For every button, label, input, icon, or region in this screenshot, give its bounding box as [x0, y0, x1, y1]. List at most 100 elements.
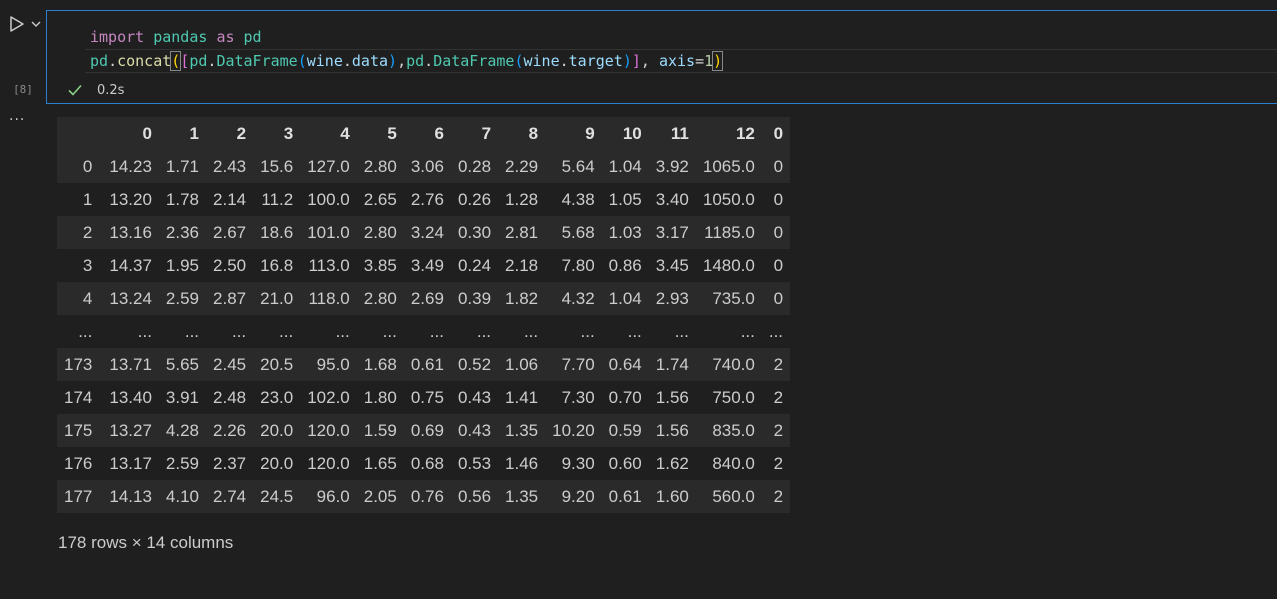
table-cell: 740.0 [695, 348, 762, 381]
table-cell: 2.59 [158, 282, 207, 315]
table-cell: 21.0 [253, 282, 301, 315]
table-cell: 2.74 [206, 480, 254, 513]
table-cell: 0 [761, 249, 791, 282]
table-cell: 20.0 [253, 447, 301, 480]
table-cell: 20.5 [253, 348, 301, 381]
table-cell: 2 [761, 414, 791, 447]
table-cell: 0.86 [601, 249, 649, 282]
table-cell: 840.0 [695, 447, 762, 480]
token-module: pandas [153, 28, 208, 46]
table-cell: ... [102, 315, 159, 348]
column-header: 1 [158, 117, 207, 150]
table-cell: 1.62 [648, 447, 696, 480]
token-class: DataFrame [433, 52, 515, 70]
cell-gutter: [8] [0, 8, 46, 108]
table-cell: 23.0 [253, 381, 301, 414]
table-cell: 1.60 [648, 480, 696, 513]
column-header: 5 [356, 117, 404, 150]
table-row: 176 13.17 2.59 2.37 20.0 120.0 1.65 0.68 0.53 1.4… [57, 447, 791, 480]
token-dot: . [424, 52, 434, 70]
code-editor[interactable]: import pandas as pd pd.concat([pd.DataFr… [47, 11, 1277, 76]
token-paren: ) [712, 51, 724, 71]
table-cell: 735.0 [695, 282, 762, 315]
table-row: 4 13.24 2.59 2.87 21.0 118.0 2.80 2.69 0.39 1.82 4… [57, 282, 791, 315]
table-cell: ... [403, 315, 451, 348]
table-cell: 13.17 [102, 447, 159, 480]
table-cell: 14.37 [102, 249, 159, 282]
table-cell: 3.24 [403, 216, 451, 249]
token-paren: ) [622, 52, 632, 70]
table-cell: 0.52 [450, 348, 499, 381]
row-index: 4 [57, 282, 103, 315]
token-var: wine [523, 52, 560, 70]
check-icon [68, 84, 82, 96]
table-cell: 1.35 [498, 414, 546, 447]
table-cell: 2.93 [648, 282, 696, 315]
code-cell[interactable]: import pandas as pd pd.concat([pd.DataFr… [46, 10, 1277, 104]
column-header: 6 [403, 117, 451, 150]
table-cell: 13.40 [102, 381, 159, 414]
table-cell: 20.0 [253, 414, 301, 447]
table-cell: 16.8 [253, 249, 301, 282]
table-cell: 2.65 [356, 183, 404, 216]
table-cell: 2.48 [206, 381, 254, 414]
table-cell: 1.06 [498, 348, 546, 381]
token-class: DataFrame [216, 52, 298, 70]
column-header: 0 [761, 117, 791, 150]
table-row: 2 13.16 2.36 2.67 18.6 101.0 2.80 3.24 0.30 2.81 5… [57, 216, 791, 249]
table-cell: ... [695, 315, 762, 348]
table-header-row: 0 1 2 3 4 5 6 7 8 9 10 11 12 0 [57, 117, 791, 150]
table-cell: 1.04 [601, 150, 649, 183]
table-cell: 1480.0 [695, 249, 762, 282]
table-row: 175 13.27 4.28 2.26 20.0 120.0 1.59 0.69 0.43 1.3… [57, 414, 791, 447]
chevron-down-icon[interactable] [29, 17, 43, 31]
table-row: 1 13.20 1.78 2.14 11.2 100.0 2.65 2.76 0.26 1.28 4… [57, 183, 791, 216]
table-cell: 2.80 [356, 282, 404, 315]
table-cell: 3.06 [403, 150, 451, 183]
table-cell: 1.78 [158, 183, 207, 216]
token-bracket: [ [180, 52, 190, 70]
table-cell: 0.30 [450, 216, 499, 249]
column-header: 12 [695, 117, 762, 150]
table-cell: 3.92 [648, 150, 696, 183]
table-cell: ... [356, 315, 404, 348]
table-cell: 18.6 [253, 216, 301, 249]
column-header: 7 [450, 117, 499, 150]
table-cell: 1.56 [648, 414, 696, 447]
table-cell: 5.65 [158, 348, 207, 381]
dataframe-summary: 178 rows × 14 columns [58, 533, 234, 552]
table-cell: 2.67 [206, 216, 254, 249]
table-cell: 15.6 [253, 150, 301, 183]
execution-time: 0.2s [97, 82, 125, 98]
column-header: 11 [648, 117, 696, 150]
table-cell: 3.17 [648, 216, 696, 249]
table-cell: 100.0 [300, 183, 357, 216]
row-index: 176 [57, 447, 103, 480]
table-cell: 2 [761, 348, 791, 381]
table-cell: 0.64 [601, 348, 649, 381]
table-cell: 2.45 [206, 348, 254, 381]
row-index: 177 [57, 480, 103, 513]
table-cell: 0.26 [450, 183, 499, 216]
table-cell: 1065.0 [695, 150, 762, 183]
row-index: 0 [57, 150, 103, 183]
table-cell: 1.74 [648, 348, 696, 381]
column-header: 2 [206, 117, 254, 150]
table-cell: 2.80 [356, 216, 404, 249]
token-function: concat [117, 52, 172, 70]
table-cell: ... [498, 315, 546, 348]
table-cell: 118.0 [300, 282, 357, 315]
table-cell: ... [648, 315, 696, 348]
table-cell: 1.03 [601, 216, 649, 249]
token-paren: ) [388, 52, 398, 70]
table-cell: 2.14 [206, 183, 254, 216]
ellipsis-icon[interactable]: ··· [9, 113, 31, 129]
table-cell: ... [253, 315, 301, 348]
column-header: 3 [253, 117, 301, 150]
column-header [57, 117, 103, 150]
token-alias: pd [243, 28, 262, 46]
table-row: 3 14.37 1.95 2.50 16.8 113.0 3.85 3.49 0.24 2.18 7… [57, 249, 791, 282]
run-cell-icon[interactable] [8, 15, 26, 33]
token-kwarg: axis [658, 52, 696, 70]
row-index: 174 [57, 381, 103, 414]
